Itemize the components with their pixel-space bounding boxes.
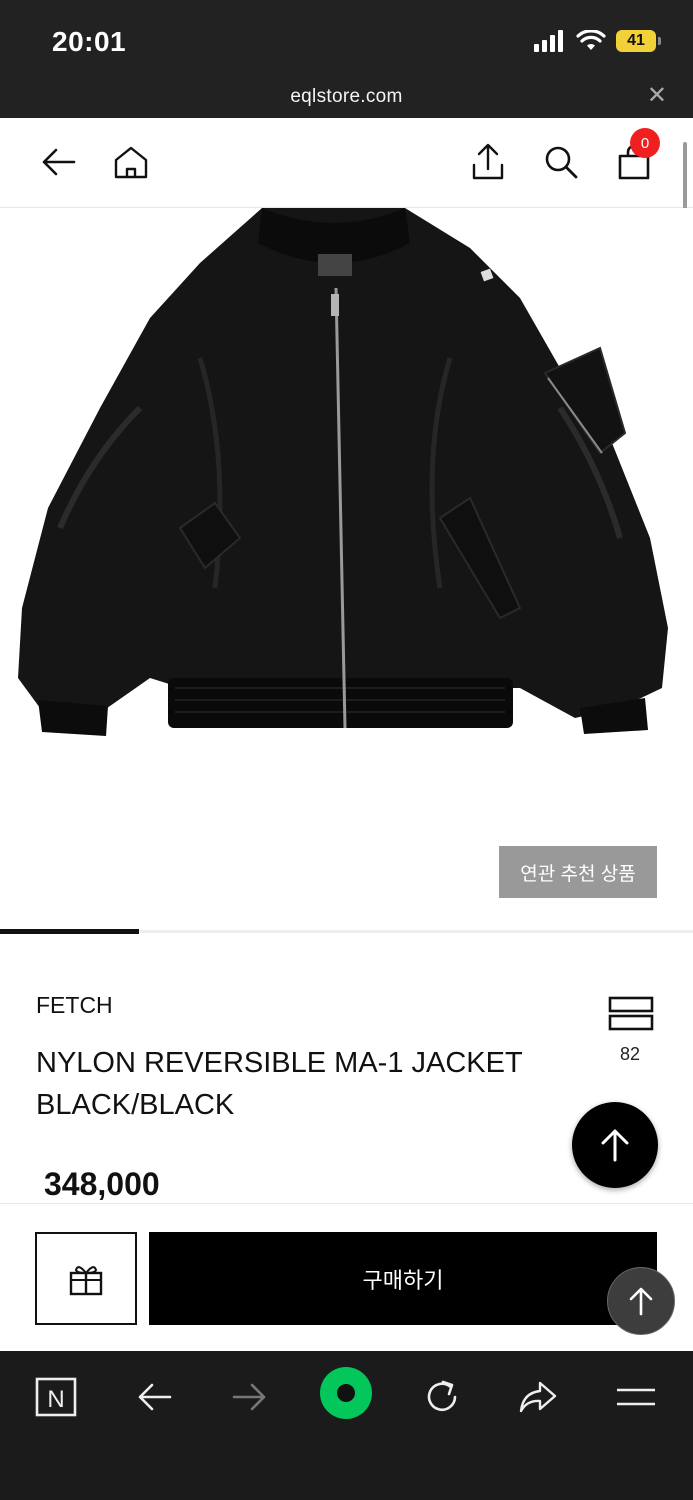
arrow-up-icon <box>629 1287 653 1316</box>
brand-name[interactable]: FETCH <box>36 992 113 1019</box>
battery-level: 41 <box>616 30 656 52</box>
related-products-button[interactable]: 연관 추천 상품 <box>499 846 657 898</box>
status-bar: 20:01 41 <box>0 0 693 76</box>
arrow-up-icon <box>601 1129 629 1162</box>
share-arrow-icon[interactable] <box>508 1371 568 1423</box>
url-bar: eqlstore.com ✕ <box>0 76 693 118</box>
browser-toolbar: N <box>0 1351 693 1500</box>
url-text[interactable]: eqlstore.com <box>0 86 693 108</box>
forward-icon[interactable] <box>220 1371 280 1423</box>
menu-icon[interactable] <box>606 1371 666 1423</box>
purchase-bar: 구매하기 <box>0 1203 693 1351</box>
back-arrow-icon[interactable] <box>38 142 78 182</box>
stack-icon[interactable] <box>608 996 654 1032</box>
share-icon[interactable] <box>468 142 508 182</box>
svg-text:N: N <box>47 1386 64 1413</box>
buy-button[interactable]: 구매하기 <box>149 1232 657 1325</box>
product-price: 348,000 <box>44 1166 160 1202</box>
green-circle-icon[interactable] <box>316 1367 376 1419</box>
image-progress-fill <box>0 929 139 934</box>
floating-scroll-top-button[interactable] <box>607 1267 675 1335</box>
battery-icon: 41 <box>616 30 661 52</box>
naver-n-icon[interactable]: N <box>26 1371 86 1423</box>
gift-button[interactable] <box>35 1232 137 1325</box>
image-progress-track <box>0 929 693 934</box>
refresh-icon[interactable] <box>412 1371 472 1423</box>
gift-icon <box>69 1265 103 1295</box>
cart-badge: 0 <box>630 128 660 158</box>
search-icon[interactable] <box>541 142 581 182</box>
like-count: 82 <box>619 1044 641 1064</box>
back-icon[interactable] <box>124 1371 184 1423</box>
product-image[interactable]: 연관 추천 상품 <box>0 208 693 930</box>
home-icon[interactable] <box>111 142 151 182</box>
product-title: NYLON REVERSIBLE MA-1 JACKET BLACK/BLACK <box>36 1047 523 1121</box>
scroll-to-top-button[interactable] <box>572 1102 658 1188</box>
status-time: 20:01 <box>52 26 127 57</box>
close-icon[interactable]: ✕ <box>647 84 667 108</box>
site-header: 0 <box>0 118 693 208</box>
cart-icon[interactable]: 0 <box>614 128 660 182</box>
jacket-illustration <box>18 208 668 736</box>
wifi-icon <box>576 30 606 50</box>
signal-icon <box>534 30 563 52</box>
status-icons: 41 <box>534 30 661 52</box>
